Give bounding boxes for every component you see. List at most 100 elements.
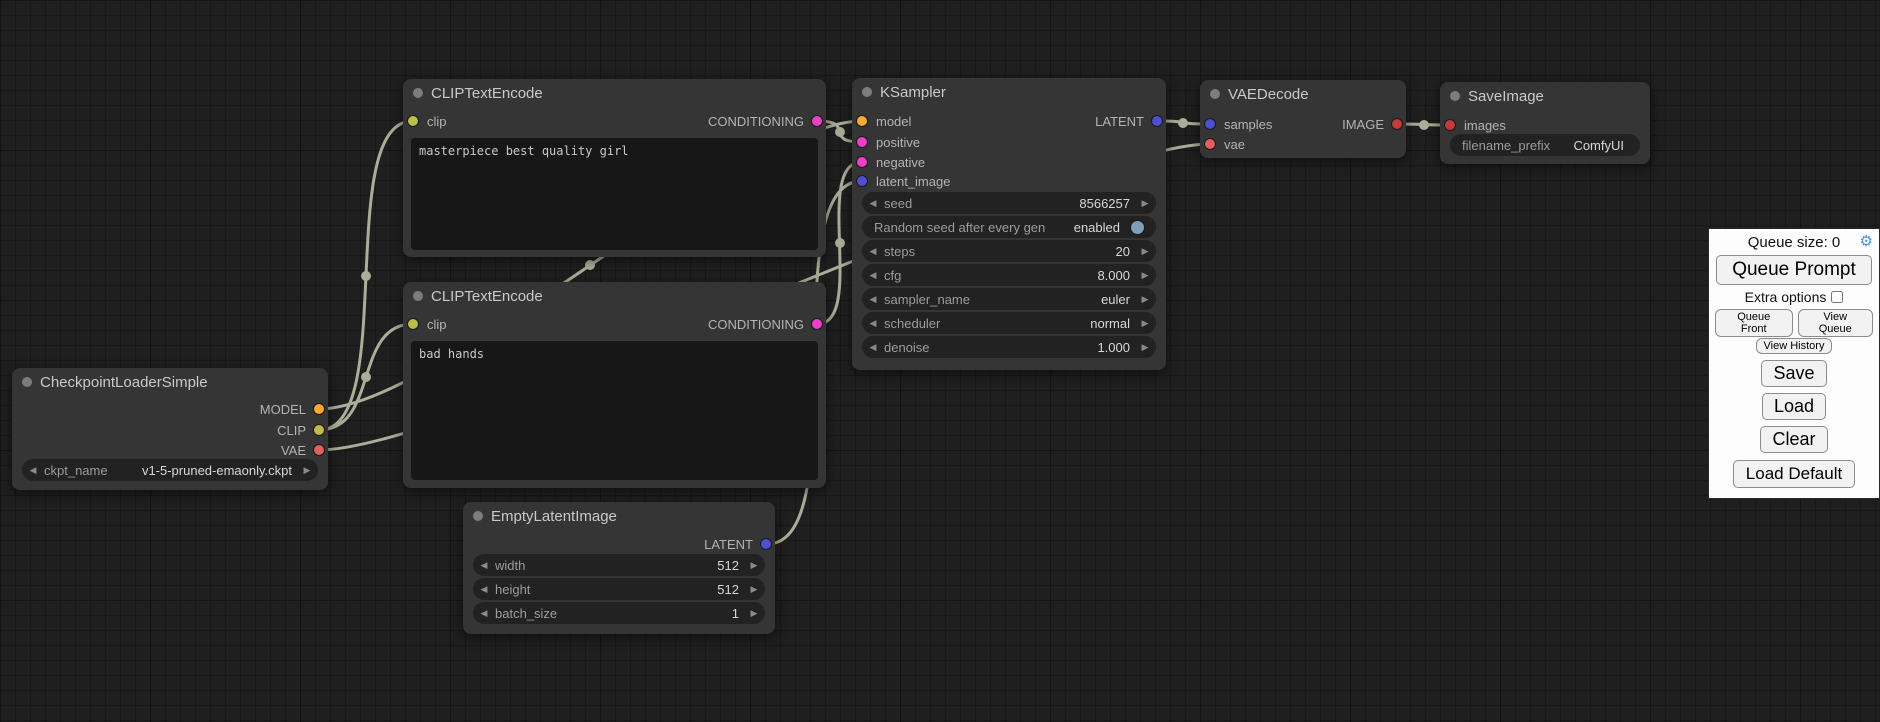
node-save-image[interactable]: SaveImage images filename_prefix ComfyUI xyxy=(1440,82,1650,164)
queue-prompt-button[interactable]: Queue Prompt xyxy=(1716,255,1872,285)
input-slot-latent-image: latent_image xyxy=(852,171,1166,191)
widget-value: 8566257 xyxy=(1079,196,1130,211)
increment-arrow-icon[interactable]: ▶ xyxy=(1134,318,1156,329)
increment-arrow-icon[interactable]: ▶ xyxy=(743,608,765,619)
node-vae-decode[interactable]: VAEDecode samples IMAGE vae xyxy=(1200,80,1406,158)
increment-arrow-icon[interactable]: ▶ xyxy=(743,560,765,571)
output-label: VAE xyxy=(281,443,306,458)
node-title: KSampler xyxy=(880,84,946,101)
node-title-bar[interactable]: SaveImage xyxy=(1440,82,1650,110)
widget-random-seed-toggle[interactable]: Random seed after every gen enabled xyxy=(862,216,1156,238)
load-default-button[interactable]: Load Default xyxy=(1733,460,1855,488)
widget-seed[interactable]: ◀ seed 8566257 ▶ xyxy=(862,192,1156,214)
node-title-bar[interactable]: KSampler xyxy=(852,78,1166,106)
save-button[interactable]: Save xyxy=(1761,360,1826,387)
node-collapse-dot[interactable] xyxy=(1210,89,1220,99)
node-title-bar[interactable]: CLIPTextEncode xyxy=(403,282,826,310)
output-port-model[interactable] xyxy=(314,404,324,414)
output-port-vae[interactable] xyxy=(314,445,324,455)
input-port-negative[interactable] xyxy=(857,157,867,167)
increment-arrow-icon[interactable]: ▶ xyxy=(296,465,318,476)
output-label: CLIP xyxy=(277,423,306,438)
node-title-bar[interactable]: CLIPTextEncode xyxy=(403,79,826,107)
node-collapse-dot[interactable] xyxy=(473,511,483,521)
node-collapse-dot[interactable] xyxy=(862,87,872,97)
output-slot-model: MODEL xyxy=(12,399,328,419)
decrement-arrow-icon[interactable]: ◀ xyxy=(862,294,884,305)
view-queue-button[interactable]: View Queue xyxy=(1798,309,1873,337)
increment-arrow-icon[interactable]: ▶ xyxy=(1134,246,1156,257)
widget-cfg[interactable]: ◀ cfg 8.000 ▶ xyxy=(862,264,1156,286)
decrement-arrow-icon[interactable]: ◀ xyxy=(862,270,884,281)
decrement-arrow-icon[interactable]: ◀ xyxy=(862,318,884,329)
clear-button[interactable]: Clear xyxy=(1760,426,1827,453)
widget-filename-prefix[interactable]: filename_prefix ComfyUI xyxy=(1450,134,1640,156)
input-port-clip[interactable] xyxy=(408,319,418,329)
increment-arrow-icon[interactable]: ▶ xyxy=(1134,270,1156,281)
widget-steps[interactable]: ◀ steps 20 ▶ xyxy=(862,240,1156,262)
node-title-bar[interactable]: EmptyLatentImage xyxy=(463,502,775,530)
node-checkpoint-loader-simple[interactable]: CheckpointLoaderSimple MODEL CLIP VAE ◀ … xyxy=(12,368,328,490)
increment-arrow-icon[interactable]: ▶ xyxy=(743,584,765,595)
widget-value: 512 xyxy=(717,558,739,573)
input-label: positive xyxy=(876,135,920,150)
input-port-samples[interactable] xyxy=(1205,119,1215,129)
increment-arrow-icon[interactable]: ▶ xyxy=(1134,342,1156,353)
input-port-clip[interactable] xyxy=(408,116,418,126)
node-title: EmptyLatentImage xyxy=(491,508,617,525)
extra-options-checkbox[interactable] xyxy=(1831,291,1843,303)
input-port-images[interactable] xyxy=(1445,120,1455,130)
widget-scheduler[interactable]: ◀ scheduler normal ▶ xyxy=(862,312,1156,334)
node-graph-canvas[interactable]: CheckpointLoaderSimple MODEL CLIP VAE ◀ … xyxy=(0,0,1880,722)
queue-front-button[interactable]: Queue Front xyxy=(1715,309,1793,337)
widget-sampler-name[interactable]: ◀ sampler_name euler ▶ xyxy=(862,288,1156,310)
node-title-bar[interactable]: VAEDecode xyxy=(1200,80,1406,108)
input-port-model[interactable] xyxy=(857,116,867,126)
input-label: images xyxy=(1464,118,1506,133)
widget-label: height xyxy=(495,582,530,597)
settings-gear-icon[interactable]: ⚙ xyxy=(1860,232,1873,252)
widget-height[interactable]: ◀ height 512 ▶ xyxy=(473,578,765,600)
node-clip-text-encode-negative[interactable]: CLIPTextEncode clip CONDITIONING bad han… xyxy=(403,282,826,488)
output-port-conditioning[interactable] xyxy=(812,116,822,126)
node-collapse-dot[interactable] xyxy=(413,291,423,301)
decrement-arrow-icon[interactable]: ◀ xyxy=(473,560,495,571)
node-collapse-dot[interactable] xyxy=(22,377,32,387)
output-port-image[interactable] xyxy=(1392,119,1402,129)
input-port-vae[interactable] xyxy=(1205,139,1215,149)
input-port-positive[interactable] xyxy=(857,137,867,147)
load-button[interactable]: Load xyxy=(1762,393,1826,420)
view-history-button[interactable]: View History xyxy=(1756,338,1833,354)
prompt-textarea[interactable]: masterpiece best quality girl xyxy=(411,138,818,250)
input-port-latent-image[interactable] xyxy=(857,176,867,186)
output-port-latent[interactable] xyxy=(1152,116,1162,126)
widget-batch-size[interactable]: ◀ batch_size 1 ▶ xyxy=(473,602,765,624)
decrement-arrow-icon[interactable]: ◀ xyxy=(473,608,495,619)
node-clip-text-encode-positive[interactable]: CLIPTextEncode clip CONDITIONING masterp… xyxy=(403,79,826,257)
toggle-on-indicator[interactable] xyxy=(1131,221,1144,234)
link-midpoint-dot xyxy=(835,238,845,248)
output-port-conditioning[interactable] xyxy=(812,319,822,329)
node-empty-latent-image[interactable]: EmptyLatentImage LATENT ◀ width 512 ▶ ◀ … xyxy=(463,502,775,634)
decrement-arrow-icon[interactable]: ◀ xyxy=(862,342,884,353)
output-slot-latent: LATENT xyxy=(463,534,775,554)
decrement-arrow-icon[interactable]: ◀ xyxy=(862,246,884,257)
widget-width[interactable]: ◀ width 512 ▶ xyxy=(473,554,765,576)
widget-ckpt-name[interactable]: ◀ ckpt_name v1-5-pruned-emaonly.ckpt ▶ xyxy=(22,459,318,481)
output-port-clip[interactable] xyxy=(314,425,324,435)
node-collapse-dot[interactable] xyxy=(413,88,423,98)
decrement-arrow-icon[interactable]: ◀ xyxy=(473,584,495,595)
decrement-arrow-icon[interactable]: ◀ xyxy=(22,465,44,476)
node-collapse-dot[interactable] xyxy=(1450,91,1460,101)
decrement-arrow-icon[interactable]: ◀ xyxy=(862,198,884,209)
increment-arrow-icon[interactable]: ▶ xyxy=(1134,198,1156,209)
output-port-latent[interactable] xyxy=(761,539,771,549)
widget-denoise[interactable]: ◀ denoise 1.000 ▶ xyxy=(862,336,1156,358)
slot-row-samples-image: samples IMAGE xyxy=(1200,114,1406,134)
node-title-bar[interactable]: CheckpointLoaderSimple xyxy=(12,368,328,396)
queue-buttons-row: Queue Front View Queue xyxy=(1715,309,1873,337)
prompt-textarea[interactable]: bad hands xyxy=(411,341,818,480)
increment-arrow-icon[interactable]: ▶ xyxy=(1134,294,1156,305)
widget-label: cfg xyxy=(884,268,901,283)
node-ksampler[interactable]: KSampler model LATENT positive negative … xyxy=(852,78,1166,370)
